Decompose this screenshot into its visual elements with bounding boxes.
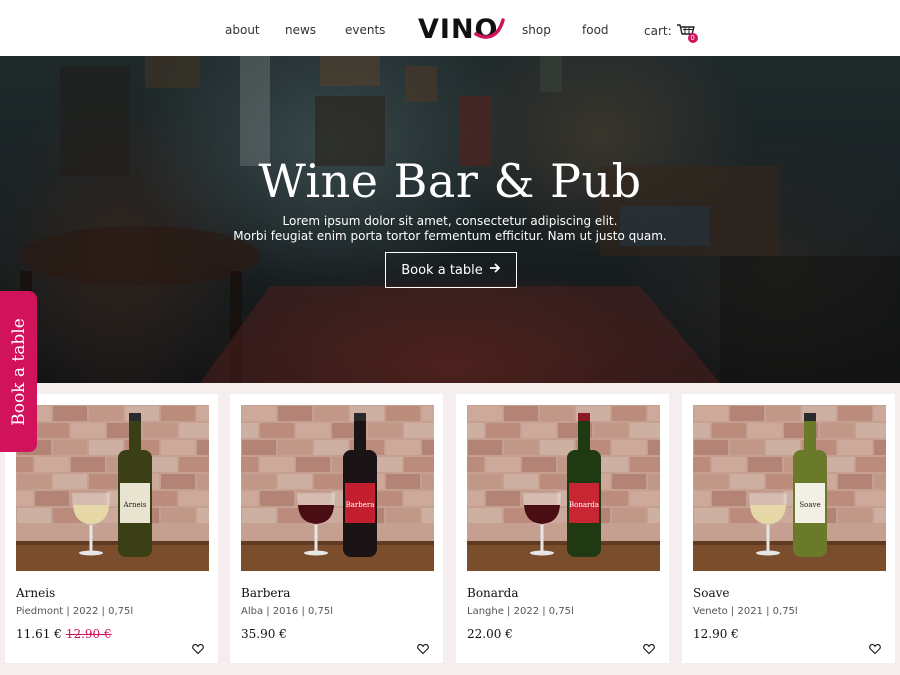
- wine-glass-stem: [314, 525, 318, 551]
- heart-icon[interactable]: [192, 640, 204, 655]
- wine-glass-base: [304, 550, 328, 556]
- current-price: 12.90 €: [693, 627, 739, 641]
- book-table-side-tab[interactable]: Book a table: [0, 291, 37, 452]
- bottle-label-text: Arneis: [123, 501, 147, 509]
- product-meta: Veneto | 2021 | 0,75l: [693, 606, 798, 617]
- current-price: 22.00 €: [467, 627, 513, 641]
- wine-glass-stem: [89, 525, 93, 551]
- bottle-cap: [129, 413, 141, 421]
- product-price: 12.90 €: [693, 627, 743, 641]
- wine-glass-base: [79, 550, 103, 556]
- cart-count-badge: 0: [687, 33, 698, 43]
- cart-label: cart:: [644, 24, 672, 38]
- table-edge: [693, 541, 886, 545]
- side-tab-label: Book a table: [8, 317, 29, 426]
- product-image[interactable]: Bonarda: [467, 405, 660, 571]
- product-name[interactable]: Soave: [693, 586, 729, 600]
- product-image[interactable]: Barbera: [241, 405, 434, 571]
- bottle-cap: [804, 413, 816, 421]
- product-name[interactable]: Barbera: [241, 586, 290, 600]
- heart-icon[interactable]: [869, 640, 881, 655]
- product-price: 22.00 €: [467, 627, 517, 641]
- nav-food[interactable]: food: [582, 23, 609, 37]
- top-nav: about news events VINO shop food cart: 0: [0, 0, 900, 56]
- bottle-label-text: Bonarda: [569, 501, 599, 509]
- book-table-label: Book a table: [401, 262, 483, 278]
- old-price: 12.90 €: [65, 627, 112, 641]
- bottle-label-text: Soave: [799, 501, 820, 509]
- product-name[interactable]: Bonarda: [467, 586, 519, 600]
- wine-glass-base: [756, 550, 780, 556]
- heart-icon[interactable]: [417, 640, 429, 655]
- nav-shop[interactable]: shop: [522, 23, 551, 37]
- bottle-cap: [578, 413, 590, 421]
- table-edge: [467, 541, 660, 545]
- product-name[interactable]: Arneis: [16, 586, 55, 600]
- nav-news[interactable]: news: [285, 23, 316, 37]
- wine-glass-stem: [766, 525, 770, 551]
- product-price: 35.90 €: [241, 627, 291, 641]
- cart-button[interactable]: cart: 0: [644, 20, 698, 43]
- product-image[interactable]: Arneis: [16, 405, 209, 571]
- logo-swoosh-icon: [474, 18, 505, 39]
- product-card[interactable]: Barbera Barbera Alba | 2016 | 0,75l 35.9…: [230, 394, 443, 663]
- product-price: 11.61 €12.90 €: [16, 627, 112, 641]
- bottle-label-text: Barbera: [346, 501, 375, 509]
- wine-glass-stem: [540, 525, 544, 551]
- nav-about[interactable]: about: [225, 23, 260, 37]
- product-meta: Piedmont | 2022 | 0,75l: [16, 606, 134, 617]
- hero-title: Wine Bar & Pub: [258, 154, 642, 208]
- product-card[interactable]: Bonarda Bonarda Langhe | 2022 | 0,75l 22…: [456, 394, 669, 663]
- wooden-table: [241, 543, 434, 571]
- product-meta: Alba | 2016 | 0,75l: [241, 606, 334, 617]
- shopping-cart-icon: 0: [676, 21, 698, 43]
- table-edge: [241, 541, 434, 545]
- hero-subtitle: Lorem ipsum dolor sit amet, consectetur …: [0, 214, 900, 244]
- table-edge: [16, 541, 209, 545]
- hero-banner: Wine Bar & Pub Lorem ipsum dolor sit ame…: [0, 56, 900, 383]
- arrow-right-icon: [489, 262, 501, 278]
- product-card[interactable]: Soave Soave Veneto | 2021 | 0,75l 12.90 …: [682, 394, 895, 663]
- product-meta: Langhe | 2022 | 0,75l: [467, 606, 574, 617]
- brand-logo[interactable]: VINO: [418, 14, 510, 46]
- wine-glass-base: [530, 550, 554, 556]
- book-table-button[interactable]: Book a table: [385, 252, 517, 288]
- current-price: 11.61 €: [16, 627, 62, 641]
- hero-subtitle-line-1: Lorem ipsum dolor sit amet, consectetur …: [282, 214, 618, 228]
- current-price: 35.90 €: [241, 627, 287, 641]
- hero-subtitle-line-2: Morbi feugiat enim porta tortor fermentu…: [233, 229, 667, 243]
- wooden-table: [467, 543, 660, 571]
- heart-icon[interactable]: [643, 640, 655, 655]
- nav-events[interactable]: events: [345, 23, 385, 37]
- product-image[interactable]: Soave: [693, 405, 886, 571]
- wooden-table: [16, 543, 209, 571]
- bottle-cap: [354, 413, 366, 421]
- wooden-table: [693, 543, 886, 571]
